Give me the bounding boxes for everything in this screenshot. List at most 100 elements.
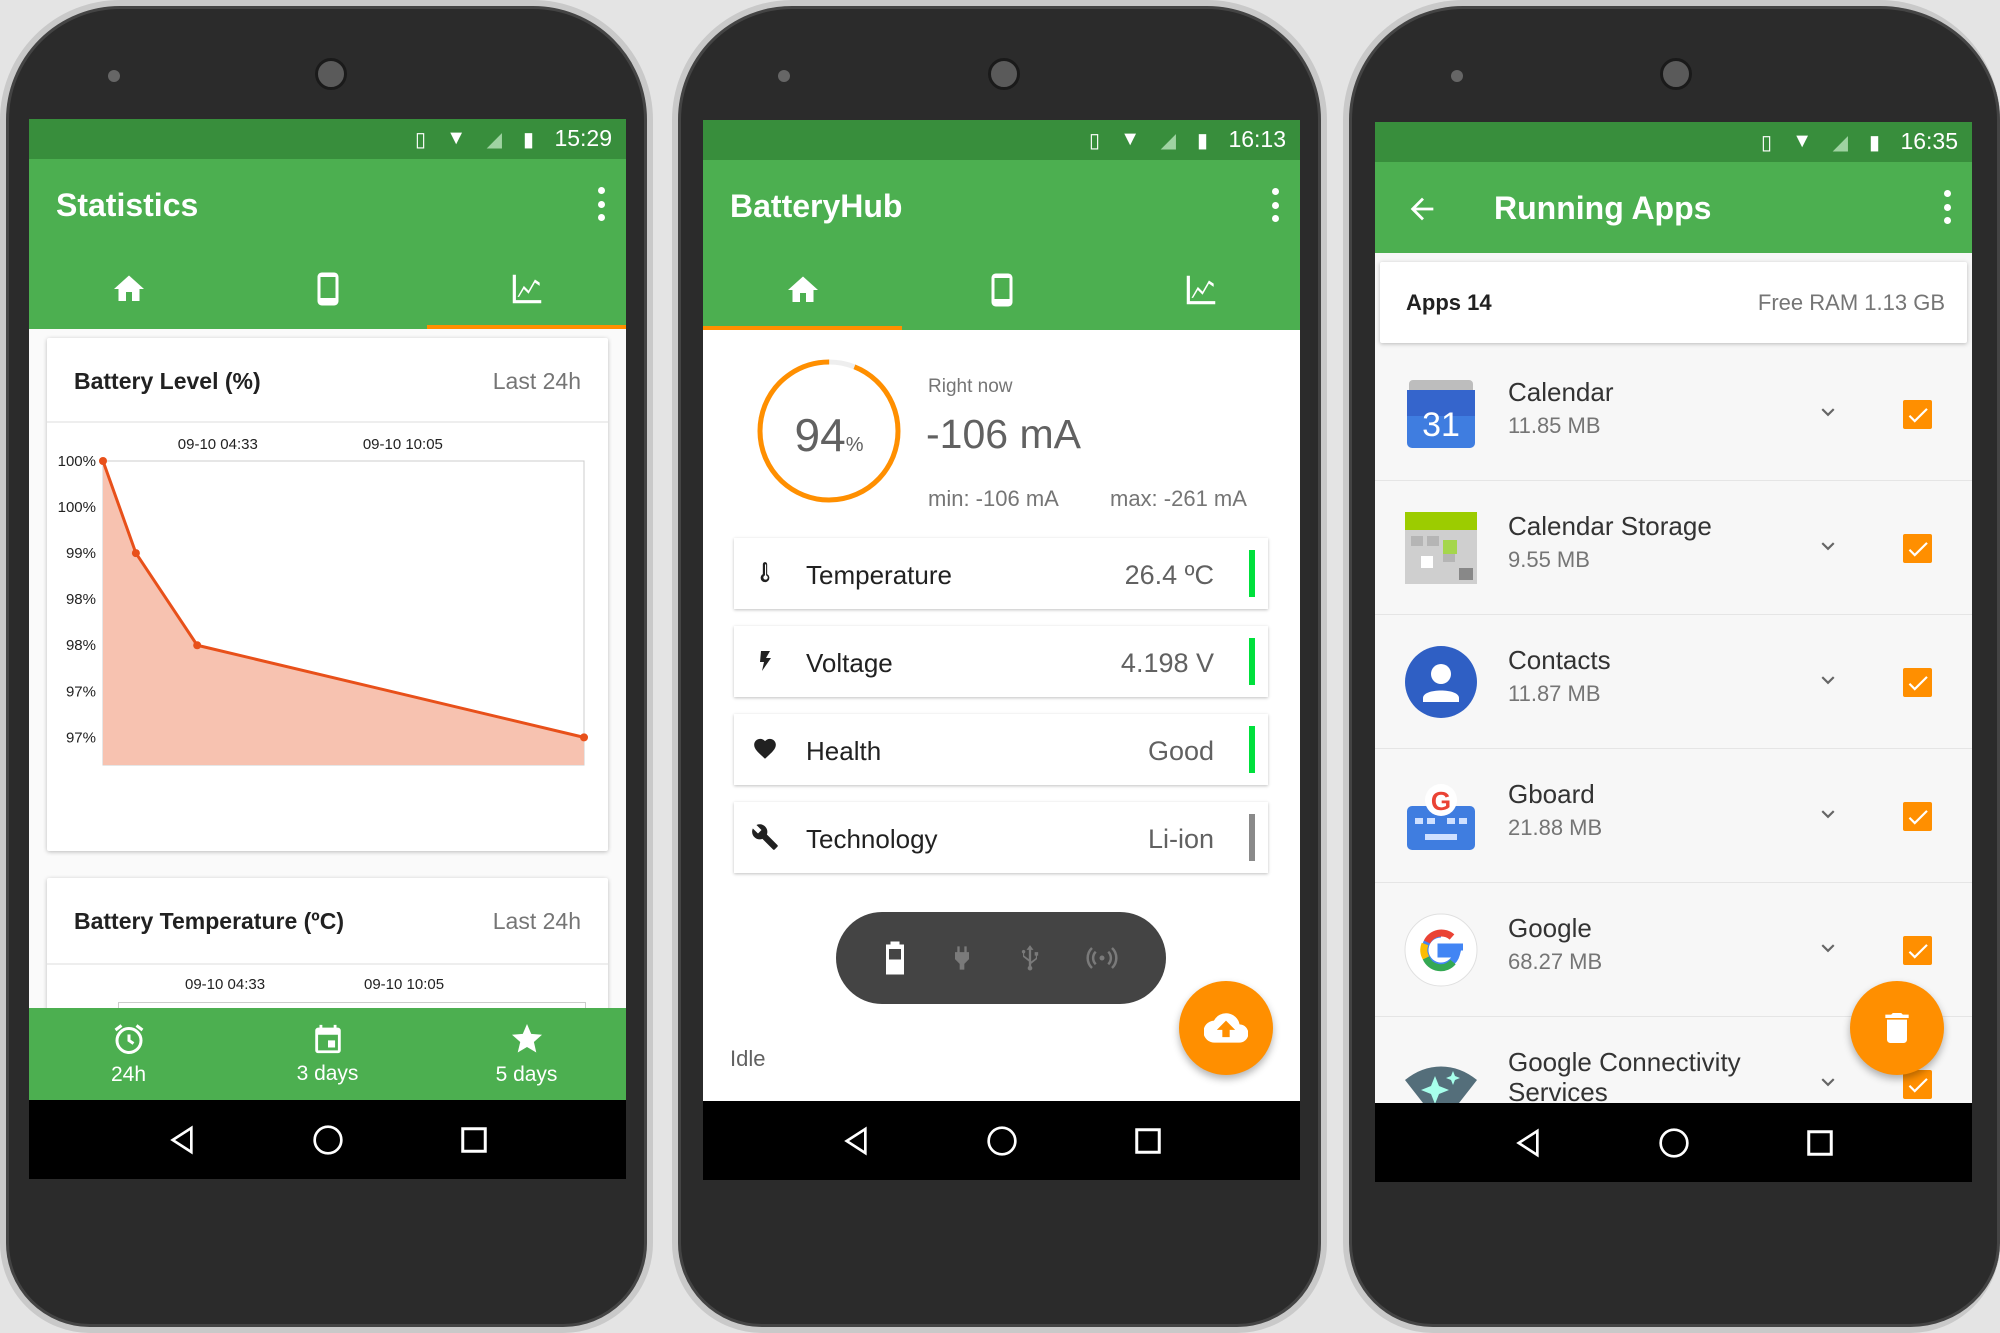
chevron-down-icon[interactable] — [1815, 801, 1841, 827]
battery-icon: ▮ — [1196, 130, 1208, 152]
app-checkbox[interactable] — [1903, 802, 1932, 831]
kill-apps-button[interactable] — [1850, 981, 1944, 1075]
home-icon — [111, 271, 147, 307]
data-point — [99, 457, 107, 465]
nav-3-days[interactable]: 3 days — [228, 1008, 427, 1100]
x-tick-label: 09-10 04:33 — [178, 436, 258, 453]
battery-icon: ▮ — [522, 129, 534, 151]
app-size: 21.88 MB — [1508, 815, 1603, 840]
plug-icon[interactable] — [948, 941, 976, 975]
calendar-day: 31 — [1422, 406, 1460, 444]
system-nav-bar — [29, 1100, 626, 1179]
contacts-icon — [1403, 644, 1479, 720]
phone-batteryhub: ▯ ▼ ◢ ▮ 16:13 BatteryHub 94% Right now -… — [672, 0, 1327, 1333]
check-icon — [1905, 670, 1931, 696]
chevron-down-icon[interactable] — [1815, 935, 1841, 961]
chevron-down-icon[interactable] — [1815, 667, 1841, 693]
app-checkbox[interactable] — [1903, 1070, 1932, 1099]
app-checkbox[interactable] — [1903, 400, 1932, 429]
app-checkbox[interactable] — [1903, 534, 1932, 563]
gboard-icon: G — [1403, 778, 1479, 854]
y-tick-label: 99% — [66, 545, 96, 562]
status-bar: ▯ ▼ ◢ ▮ 15:29 — [29, 119, 626, 159]
row-label: Technology — [806, 824, 938, 854]
tab-statistics[interactable] — [1101, 250, 1300, 330]
battery-level-unit: % — [845, 434, 864, 456]
row-value: Li-ion — [1147, 824, 1214, 854]
app-name: Google — [1508, 913, 1592, 943]
chevron-down-icon[interactable] — [1815, 1069, 1841, 1095]
home-nav-icon[interactable] — [312, 1124, 344, 1156]
y-tick-label: 98% — [66, 637, 96, 654]
cloud-upload-icon — [1204, 1013, 1248, 1043]
app-list-item[interactable]: Contacts 11.87 MB — [1375, 615, 1972, 749]
system-nav-bar — [703, 1101, 1300, 1180]
recents-nav-icon[interactable] — [1805, 1128, 1835, 1158]
battery-icon[interactable] — [882, 940, 908, 976]
row-label: Voltage — [806, 648, 893, 678]
home-nav-icon[interactable] — [1658, 1127, 1690, 1159]
vibrate-icon: ▯ — [1088, 130, 1100, 152]
sensor — [108, 70, 120, 82]
y-tick-label: 97% — [66, 683, 96, 700]
app-bar: Running Apps — [1375, 162, 1972, 253]
app-list-item[interactable]: Calendar Storage 9.55 MB — [1375, 481, 1972, 615]
tab-home[interactable] — [29, 249, 228, 329]
back-nav-icon[interactable] — [840, 1125, 872, 1157]
check-icon — [1905, 1072, 1931, 1098]
app-list-item[interactable]: 31 Calendar 11.85 MB — [1375, 347, 1972, 481]
y-tick-label: 97% — [66, 729, 96, 746]
chevron-down-icon[interactable] — [1815, 533, 1841, 559]
recents-nav-icon[interactable] — [459, 1125, 489, 1155]
card-range: Last 24h — [492, 908, 581, 934]
statistics-screen: ▯ ▼ ◢ ▮ 15:29 Statistics Battery Level (… — [29, 119, 626, 1179]
app-size: 11.85 MB — [1508, 413, 1601, 438]
running-apps-screen: ▯ ▼ ◢ ▮ 16:35 Running Apps Apps 14 Free … — [1375, 122, 1972, 1182]
back-arrow-icon[interactable] — [1405, 192, 1439, 226]
vibrate-icon: ▯ — [1760, 132, 1772, 154]
back-nav-icon[interactable] — [166, 1124, 198, 1156]
vibrate-icon: ▯ — [414, 129, 426, 151]
nav-24h[interactable]: 24h — [29, 1008, 228, 1100]
tab-device[interactable] — [228, 249, 427, 329]
current-min: min: -106 mA — [928, 486, 1059, 511]
battery-level-value: 94 — [794, 409, 846, 461]
x-tick-label: 09-10 10:05 — [364, 976, 445, 993]
overflow-menu-button[interactable] — [1942, 190, 1952, 224]
status-bar-indicator — [1249, 638, 1255, 685]
row-value: Good — [1147, 736, 1214, 766]
row-label: Health — [806, 736, 882, 766]
tab-home[interactable] — [703, 250, 902, 330]
sensor — [778, 70, 790, 82]
status-bar-indicator — [1249, 814, 1255, 861]
tab-device[interactable] — [902, 250, 1101, 330]
back-nav-icon[interactable] — [1512, 1127, 1544, 1159]
app-list-item[interactable]: G Gboard 21.88 MB — [1375, 749, 1972, 883]
phone-running-apps: ▯ ▼ ◢ ▮ 16:35 Running Apps Apps 14 Free … — [1343, 0, 2000, 1333]
overflow-menu-button[interactable] — [596, 187, 606, 221]
overflow-menu-button[interactable] — [1270, 188, 1280, 222]
app-bar: Statistics — [29, 159, 626, 329]
app-checkbox[interactable] — [1903, 936, 1932, 965]
google-icon — [1403, 912, 1479, 988]
upload-button[interactable] — [1179, 981, 1273, 1075]
charge-state: Idle — [730, 1046, 766, 1071]
nav-5-days[interactable]: 5 days — [427, 1008, 626, 1100]
chevron-down-icon[interactable] — [1815, 399, 1841, 425]
alarm-icon — [114, 1024, 143, 1054]
home-nav-icon[interactable] — [986, 1125, 1018, 1157]
power-source-selector — [836, 912, 1166, 1004]
usb-icon[interactable] — [1016, 941, 1044, 975]
recents-nav-icon[interactable] — [1133, 1126, 1163, 1156]
y-tick-label: 98% — [66, 591, 96, 608]
no-signal-icon: ◢ — [1160, 130, 1176, 152]
app-name: Google Connectivity Services — [1508, 1047, 1741, 1107]
wireless-icon[interactable] — [1084, 943, 1120, 973]
technology-row: Technology Li-ion — [734, 802, 1268, 873]
wifi-icon: ▼ — [1120, 128, 1140, 150]
app-checkbox[interactable] — [1903, 668, 1932, 697]
home-screen: ▯ ▼ ◢ ▮ 16:13 BatteryHub 94% Right now -… — [703, 120, 1300, 1180]
tab-statistics[interactable] — [427, 249, 626, 329]
battery-level: 94% — [749, 408, 909, 462]
chart-icon — [1182, 271, 1220, 309]
